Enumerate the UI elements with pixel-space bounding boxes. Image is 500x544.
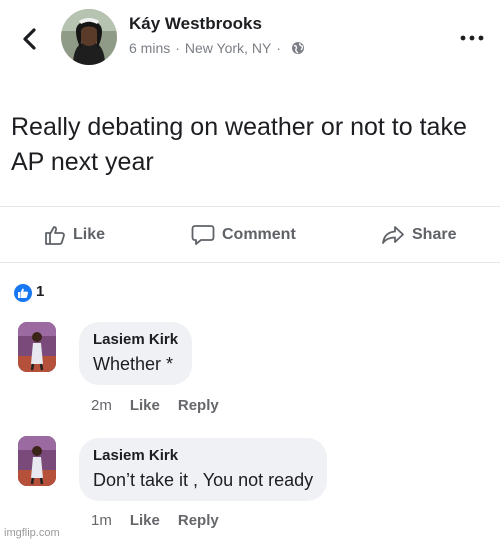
- comment-like-button[interactable]: Like: [130, 512, 160, 529]
- share-icon: [382, 226, 404, 244]
- comment-icon: [191, 225, 215, 245]
- meta-separator: ·: [276, 40, 281, 56]
- reaction-count[interactable]: 1: [36, 283, 44, 300]
- comment-reply-button[interactable]: Reply: [178, 397, 219, 414]
- comment-label: Comment: [222, 226, 296, 243]
- comment-reply-button[interactable]: Reply: [178, 512, 219, 529]
- post-time[interactable]: 6 mins: [129, 40, 170, 56]
- back-button[interactable]: [18, 22, 42, 56]
- divider: [0, 262, 500, 263]
- comment-like-button[interactable]: Like: [130, 397, 160, 414]
- commenter-avatar[interactable]: [18, 436, 56, 486]
- comment-text: Don’t take it , You not ready: [93, 470, 314, 490]
- comment-button[interactable]: Comment: [191, 218, 296, 252]
- chevron-left-icon: [23, 28, 36, 50]
- post-author-name[interactable]: Káy Westbrooks: [129, 14, 262, 34]
- comment-time[interactable]: 1m: [91, 512, 112, 529]
- commenter-name[interactable]: Lasiem Kirk: [93, 447, 313, 464]
- thumbs-up-icon: [45, 226, 65, 245]
- meta-separator: ·: [175, 40, 180, 56]
- like-button[interactable]: Like: [44, 218, 105, 252]
- post-location[interactable]: New York, NY: [185, 40, 271, 56]
- share-label: Share: [412, 226, 457, 243]
- comment-text: Whether *: [93, 354, 174, 374]
- like-reaction-icon[interactable]: [14, 284, 32, 302]
- post-meta: 6 mins · New York, NY ·: [129, 40, 305, 56]
- more-dots-icon: [460, 35, 484, 41]
- globe-icon: [291, 41, 305, 55]
- comment-bubble: Lasiem Kirk Whether *: [79, 322, 193, 385]
- comment-footer: 1m Like Reply: [91, 512, 237, 529]
- comment-time[interactable]: 2m: [91, 397, 112, 414]
- watermark: imgflip.com: [4, 527, 60, 539]
- comment-footer: 2m Like Reply: [91, 397, 237, 414]
- divider: [0, 206, 500, 207]
- comment-bubble: Lasiem Kirk Don’t take it , You not read…: [79, 438, 328, 501]
- post-text: Really debating on weather or not to tak…: [11, 113, 467, 176]
- share-button[interactable]: Share: [381, 218, 456, 252]
- commenter-avatar[interactable]: [18, 322, 56, 372]
- like-label: Like: [73, 226, 106, 243]
- commenter-name[interactable]: Lasiem Kirk: [93, 331, 178, 348]
- more-options-button[interactable]: [456, 28, 488, 48]
- author-avatar[interactable]: [61, 9, 117, 65]
